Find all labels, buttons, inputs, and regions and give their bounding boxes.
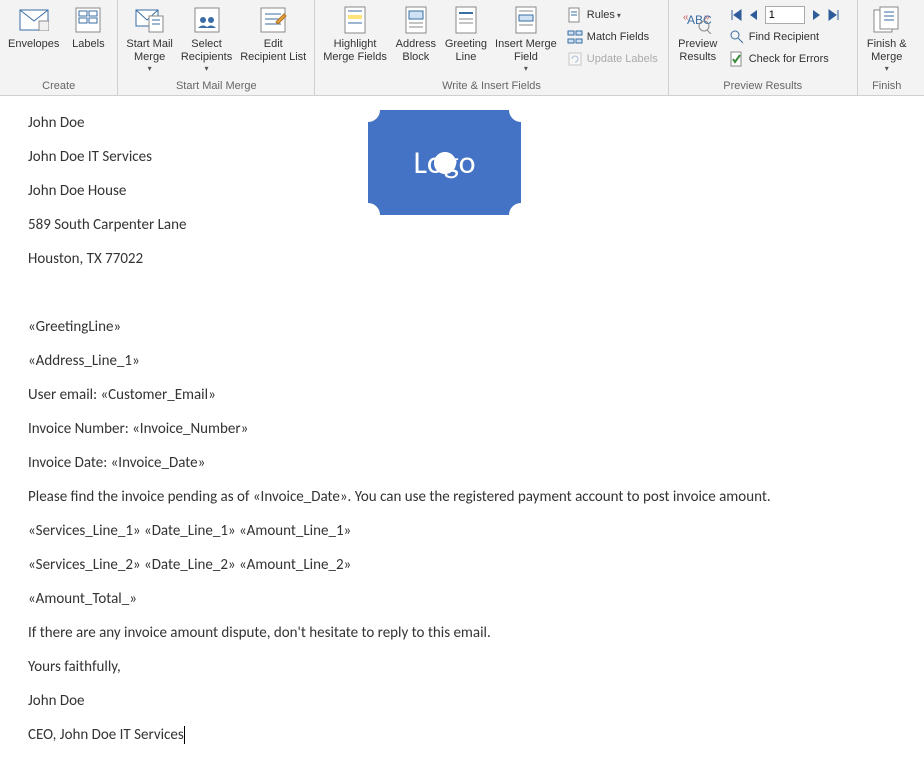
group-create-label: Create bbox=[4, 78, 113, 95]
match-fields-button[interactable]: Match Fields bbox=[563, 26, 662, 48]
group-write-insert: Highlight Merge Fields Address Block Gre… bbox=[315, 0, 668, 95]
edit-recipient-list-button[interactable]: Edit Recipient List bbox=[236, 2, 310, 66]
document-line[interactable]: If there are any invoice amount dispute,… bbox=[28, 624, 896, 642]
next-record-button[interactable] bbox=[807, 6, 825, 24]
address-block-icon bbox=[400, 4, 432, 36]
group-start-mail-merge: Start Mail Merge ▾ Select Recipients ▾ E… bbox=[118, 0, 315, 95]
finish-merge-icon bbox=[871, 4, 903, 36]
document-body[interactable]: Logo John DoeJohn Doe IT ServicesJohn Do… bbox=[0, 96, 924, 778]
highlight-icon bbox=[339, 4, 371, 36]
envelopes-button[interactable]: Envelopes bbox=[4, 2, 63, 53]
group-finish: Finish & Merge ▾ Finish bbox=[858, 0, 916, 95]
start-mail-merge-button[interactable]: Start Mail Merge ▾ bbox=[122, 2, 176, 75]
document-line[interactable]: «Amount_Total_» bbox=[28, 590, 896, 608]
document-line[interactable]: John Doe bbox=[28, 692, 896, 710]
find-recipient-button[interactable]: Find Recipient bbox=[725, 26, 851, 48]
highlight-merge-fields-button[interactable]: Highlight Merge Fields bbox=[319, 2, 391, 66]
chevron-down-icon: ▾ bbox=[617, 11, 621, 20]
select-recipients-button[interactable]: Select Recipients ▾ bbox=[177, 2, 236, 75]
update-labels-button: Update Labels bbox=[563, 48, 662, 70]
address-block-button[interactable]: Address Block bbox=[391, 2, 441, 66]
group-finish-label: Finish bbox=[862, 78, 912, 95]
labels-button[interactable]: Labels bbox=[63, 2, 113, 53]
document-line[interactable]: 589 South Carpenter Lane bbox=[28, 216, 896, 234]
document-line[interactable]: «Services_Line_2» «Date_Line_2» «Amount_… bbox=[28, 556, 896, 574]
document-line[interactable]: User email: «Customer_Email» bbox=[28, 386, 896, 404]
chevron-down-icon: ▾ bbox=[148, 64, 152, 73]
logo-text: Logo bbox=[413, 143, 475, 182]
insert-merge-field-button[interactable]: Insert Merge Field ▾ bbox=[491, 2, 561, 75]
logo-shape[interactable]: Logo bbox=[368, 110, 521, 215]
document-line[interactable]: Invoice Date: «Invoice_Date» bbox=[28, 454, 896, 472]
document-line[interactable]: Houston, TX 77022 bbox=[28, 250, 896, 268]
record-number-input[interactable] bbox=[765, 6, 805, 24]
group-create: Envelopes Labels Create bbox=[0, 0, 118, 95]
select-recipients-icon bbox=[191, 4, 223, 36]
preview-results-button[interactable]: «»ABC Preview Results bbox=[673, 2, 723, 66]
rules-icon bbox=[567, 7, 583, 23]
document-line[interactable]: CEO, John Doe IT Services bbox=[28, 726, 896, 744]
document-line[interactable]: Invoice Number: «Invoice_Number» bbox=[28, 420, 896, 438]
mail-merge-icon bbox=[134, 4, 166, 36]
ribbon: Envelopes Labels Create Start Mail Merge… bbox=[0, 0, 924, 96]
document-line[interactable]: «Address_Line_1» bbox=[28, 352, 896, 370]
document-line[interactable]: «Services_Line_1» «Date_Line_1» «Amount_… bbox=[28, 522, 896, 540]
document-line[interactable] bbox=[28, 284, 896, 302]
preview-results-icon: «»ABC bbox=[682, 4, 714, 36]
group-write-insert-label: Write & Insert Fields bbox=[319, 78, 663, 95]
envelope-icon bbox=[18, 4, 50, 36]
find-recipient-icon bbox=[729, 29, 745, 45]
last-record-button[interactable] bbox=[825, 6, 843, 24]
prev-record-button[interactable] bbox=[745, 6, 763, 24]
update-labels-icon bbox=[567, 51, 583, 67]
insert-merge-field-icon bbox=[510, 4, 542, 36]
finish-merge-button[interactable]: Finish & Merge ▾ bbox=[862, 2, 912, 75]
chevron-down-icon: ▾ bbox=[205, 64, 209, 73]
chevron-down-icon: ▾ bbox=[524, 64, 528, 73]
group-start-mail-merge-label: Start Mail Merge bbox=[122, 78, 310, 95]
check-for-errors-button[interactable]: Check for Errors bbox=[725, 48, 851, 70]
check-errors-icon bbox=[729, 51, 745, 67]
document-line[interactable]: Please find the invoice pending as of «I… bbox=[28, 488, 896, 506]
greeting-line-icon bbox=[450, 4, 482, 36]
first-record-button[interactable] bbox=[727, 6, 745, 24]
document-line[interactable]: «GreetingLine» bbox=[28, 318, 896, 336]
document-line[interactable]: Yours faithfully, bbox=[28, 658, 896, 676]
edit-recipient-icon bbox=[257, 4, 289, 36]
rules-button[interactable]: Rules ▾ bbox=[563, 4, 662, 26]
labels-icon bbox=[72, 4, 104, 36]
greeting-line-button[interactable]: Greeting Line bbox=[441, 2, 491, 66]
match-fields-icon bbox=[567, 29, 583, 45]
group-preview-label: Preview Results bbox=[673, 78, 853, 95]
group-preview: «»ABC Preview Results bbox=[669, 0, 858, 95]
chevron-down-icon: ▾ bbox=[885, 64, 889, 73]
